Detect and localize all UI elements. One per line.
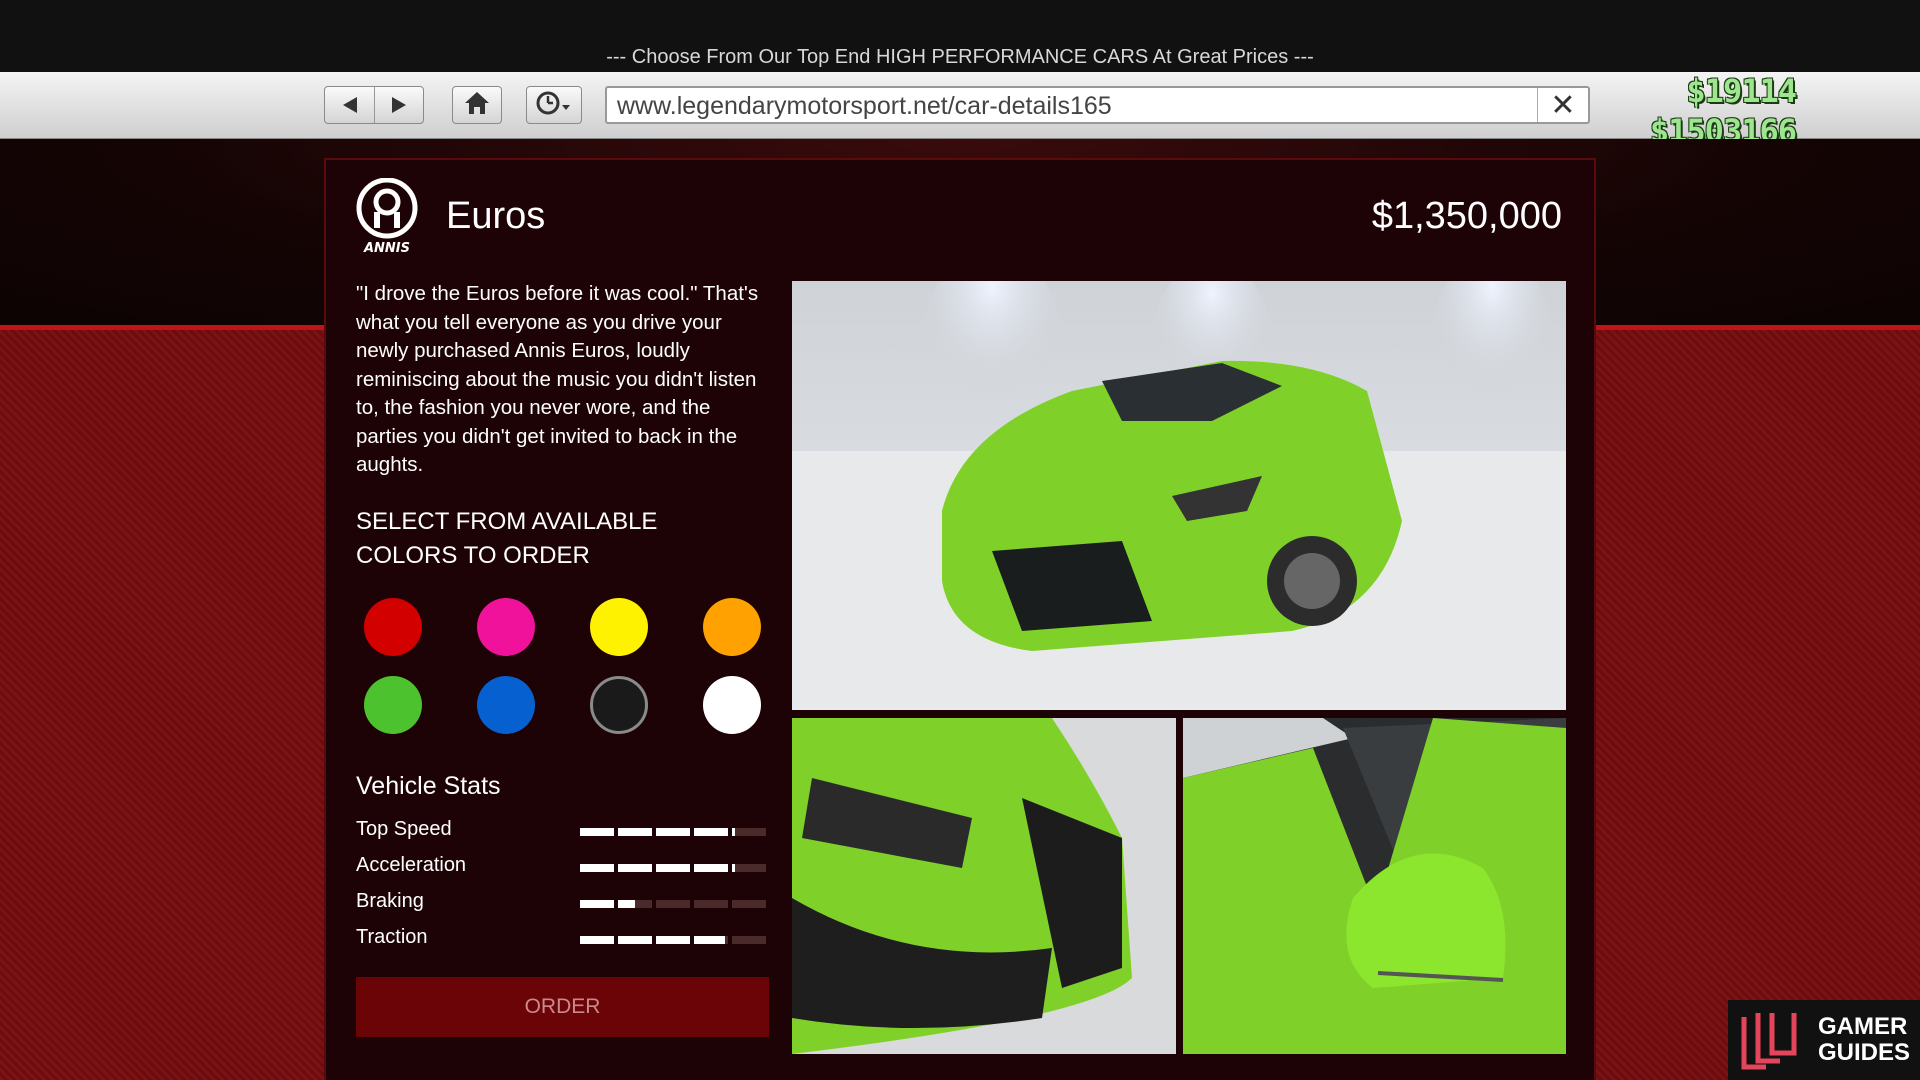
stat-bar-fill xyxy=(694,936,725,944)
stat-bar-fill xyxy=(656,828,690,836)
history-clock-icon xyxy=(534,89,574,121)
stat-bar-segment xyxy=(618,828,652,836)
close-icon[interactable]: ✕ xyxy=(1537,88,1588,123)
stat-bar-segment xyxy=(694,936,728,944)
stat-bar-fill xyxy=(580,828,614,836)
car-front-quarter-photo[interactable] xyxy=(792,281,1566,710)
car-description: "I drove the Euros before it was cool." … xyxy=(356,282,759,476)
back-arrow-icon[interactable] xyxy=(326,87,375,123)
stat-label: Braking xyxy=(356,890,424,912)
stat-bar xyxy=(580,864,768,872)
stat-bar-segment xyxy=(618,936,652,944)
gamer-guides-watermark: GAMER GUIDES xyxy=(1728,1000,1920,1080)
stat-bar-segment xyxy=(656,936,690,944)
color-select-heading: SELECT FROM AVAILABLE COLORS TO ORDER xyxy=(356,508,658,569)
color-swatch[interactable] xyxy=(703,676,761,734)
car-headlight-detail-photo[interactable] xyxy=(792,718,1176,1054)
stat-bar-segment xyxy=(694,900,728,908)
watermark-line1: GAMER xyxy=(1818,1013,1908,1040)
car-price: $1,350,000 xyxy=(1371,195,1562,237)
color-swatch[interactable] xyxy=(364,676,422,734)
history-button[interactable] xyxy=(526,86,582,124)
home-button[interactable] xyxy=(452,86,502,124)
stat-bar xyxy=(580,936,768,944)
watermark-line2: GUIDES xyxy=(1818,1039,1911,1066)
svg-text:ANNIS: ANNIS xyxy=(363,241,410,254)
stat-bar-segment xyxy=(618,900,652,908)
cash-amount: $19114 xyxy=(1686,72,1797,110)
color-swatch[interactable] xyxy=(590,598,648,656)
stat-bar-segment xyxy=(656,900,690,908)
stat-bar-fill xyxy=(618,936,652,944)
stat-bar-segment xyxy=(656,828,690,836)
color-swatch[interactable] xyxy=(703,598,761,656)
stat-bar-segment xyxy=(732,900,766,908)
gamer-guides-logo-icon xyxy=(1741,1013,1797,1070)
stat-bar-fill xyxy=(580,900,614,908)
home-icon xyxy=(463,90,491,120)
stat-label: Acceleration xyxy=(356,854,467,876)
stat-bar-segment xyxy=(580,900,614,908)
forward-arrow-icon[interactable] xyxy=(375,87,423,123)
annis-logo-icon: ANNIS xyxy=(355,177,419,256)
stat-bar-fill xyxy=(656,864,690,872)
site-tagline: --- Choose From Our Top End HIGH PERFORM… xyxy=(606,46,1314,68)
stat-bar-segment xyxy=(618,864,652,872)
stat-label: Top Speed xyxy=(356,818,452,840)
color-swatch[interactable] xyxy=(364,598,422,656)
stat-bar-segment xyxy=(656,864,690,872)
stat-bar-fill xyxy=(580,864,614,872)
url-text[interactable]: www.legendarymotorsport.net/car-details1… xyxy=(617,92,1112,121)
stat-bar-segment xyxy=(580,936,614,944)
stat-bar-fill xyxy=(732,864,736,872)
stat-bar xyxy=(580,828,768,836)
stat-bar-fill xyxy=(694,864,728,872)
stat-bar-segment xyxy=(580,828,614,836)
stat-bar-segment xyxy=(732,864,766,872)
stat-bar-fill xyxy=(618,828,652,836)
stat-label: Traction xyxy=(356,926,428,948)
stat-bar-fill xyxy=(580,936,614,944)
stat-bar-fill xyxy=(618,864,652,872)
stat-bar-segment xyxy=(732,828,766,836)
stat-bar xyxy=(580,900,768,908)
stat-bar-fill xyxy=(694,828,728,836)
car-name: Euros xyxy=(446,195,546,237)
color-swatch[interactable] xyxy=(477,598,535,656)
vehicle-stats-title: Vehicle Stats xyxy=(356,772,501,800)
stat-bar-fill xyxy=(732,828,736,836)
stat-bar-segment xyxy=(580,864,614,872)
back-forward-group xyxy=(324,86,424,124)
stat-bar-segment xyxy=(694,828,728,836)
stat-bar-fill xyxy=(618,900,635,908)
color-swatch[interactable] xyxy=(590,676,648,734)
stat-bar-fill xyxy=(656,936,690,944)
color-swatch[interactable] xyxy=(477,676,535,734)
stat-bar-segment xyxy=(732,936,766,944)
stat-bar-segment xyxy=(694,864,728,872)
order-button[interactable]: ORDER xyxy=(356,977,769,1037)
address-bar[interactable]: www.legendarymotorsport.net/car-details1… xyxy=(605,86,1590,124)
car-mirror-detail-photo[interactable] xyxy=(1183,718,1566,1054)
